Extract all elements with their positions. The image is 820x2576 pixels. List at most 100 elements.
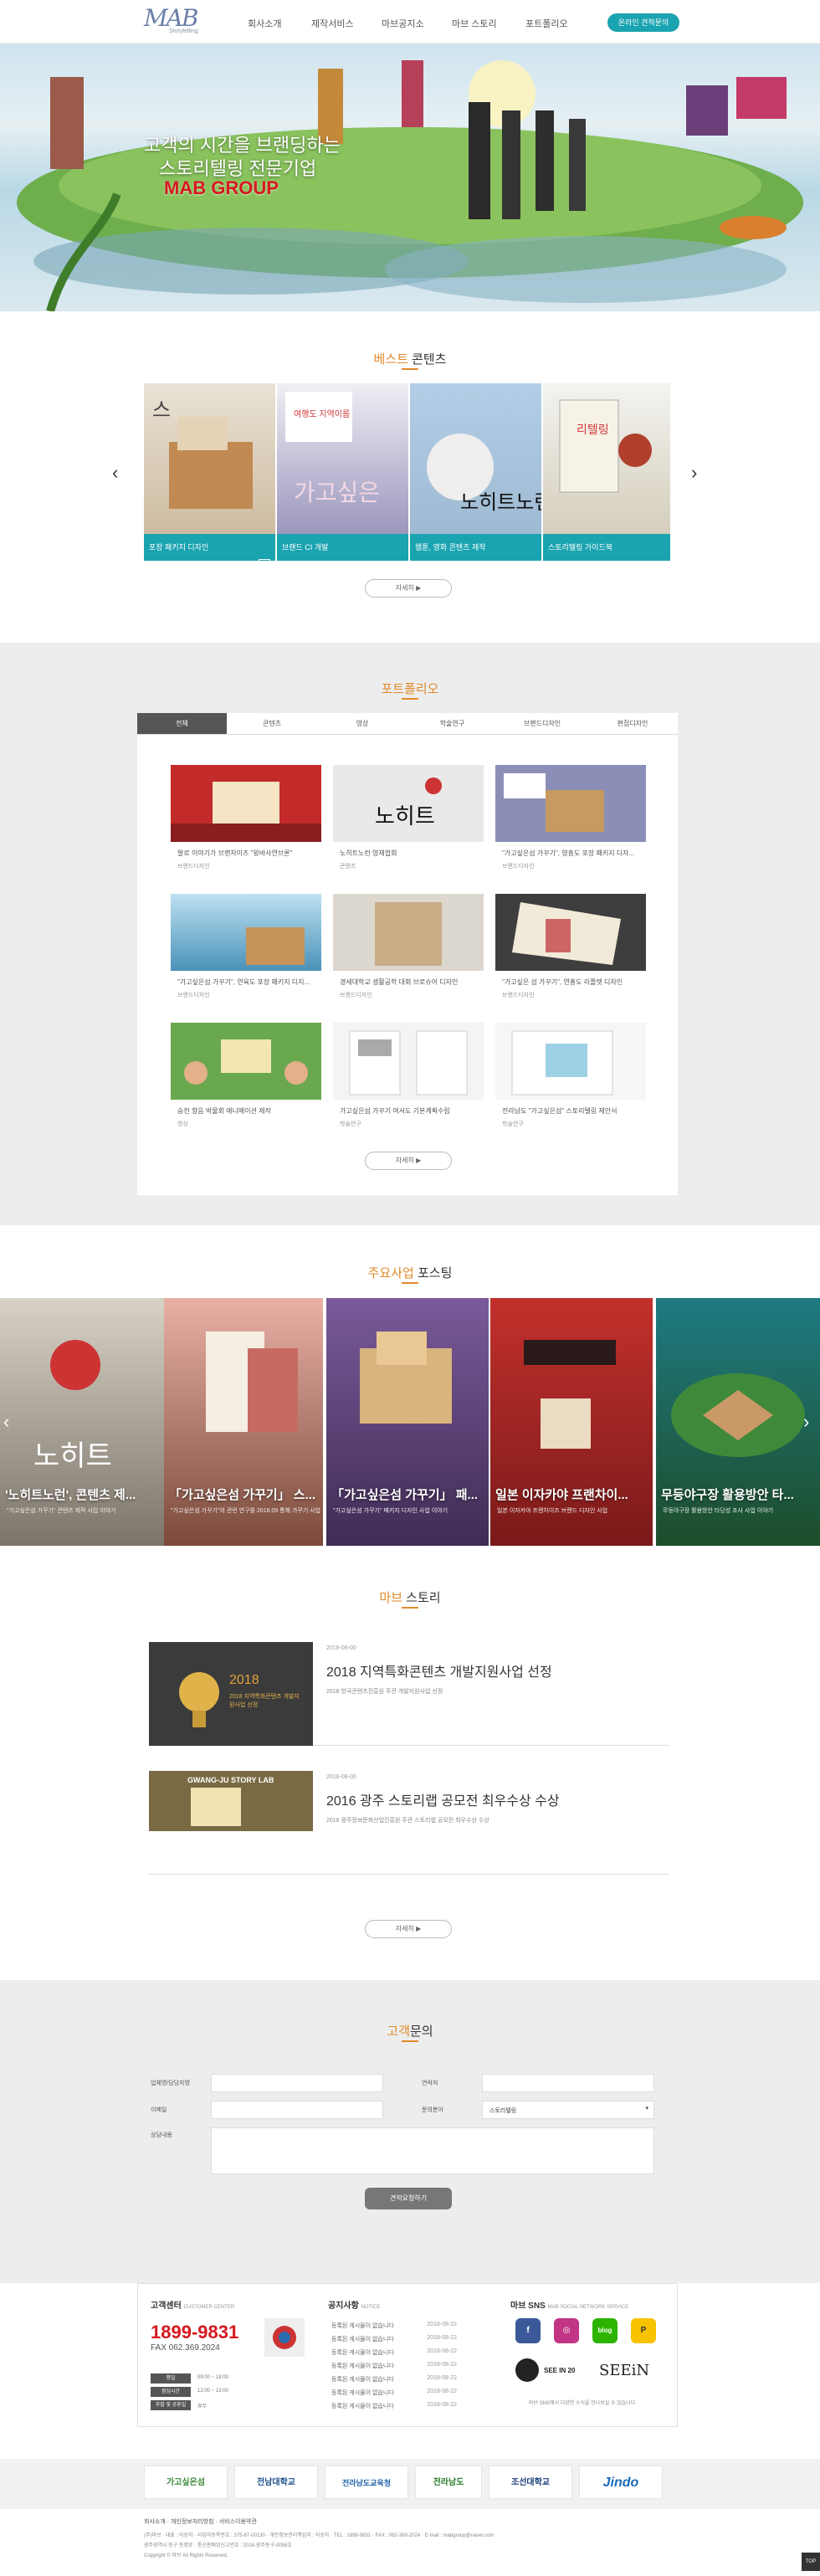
notice-item[interactable]: 등록된 게시물이 없습니다 2018-08-22 bbox=[331, 2335, 457, 2343]
tab-brand-design[interactable]: 브랜드디자인 bbox=[497, 713, 587, 735]
hero-line-3: MAB GROUP bbox=[164, 177, 279, 198]
notice-item[interactable]: 등록된 게시물이 없습니다 2018-08-22 bbox=[331, 2389, 457, 2397]
portfolio-item-title: 노히트노런 영재협회 bbox=[340, 849, 397, 857]
notice-title: 공지사항 NOTICE bbox=[328, 2301, 381, 2311]
posting-card-title: 일본 이자카야 프랜차이... bbox=[495, 1488, 628, 1502]
type-select[interactable]: 스토리텔링 ▾ bbox=[482, 2101, 654, 2119]
tab-editorial-design[interactable]: 편집디자인 bbox=[587, 713, 678, 735]
best-card-caption: 포장 패키지 디자인 bbox=[144, 534, 275, 561]
portfolio-item[interactable]: "가고싶은섬 가꾸기", 연육도 포장 패키지 디지... 브랜드디자인 bbox=[171, 894, 321, 1011]
portfolio-thumb bbox=[495, 894, 646, 971]
type-label: 문의분야 bbox=[422, 2107, 443, 2113]
portfolio-item[interactable]: 승천 향음 박물회 애니메이션 제작 영상 bbox=[171, 1023, 321, 1140]
online-quote-button[interactable]: 온라인 견적문의 bbox=[607, 13, 679, 32]
best-card-webtoon[interactable]: 노히트노런 웹툰, 영화 콘텐츠 제작 bbox=[410, 383, 541, 561]
plus-icon[interactable]: + bbox=[259, 559, 270, 561]
phone-input[interactable] bbox=[482, 2074, 654, 2092]
partner-logo[interactable]: 전남대학교 bbox=[234, 2466, 318, 2499]
email-input[interactable] bbox=[211, 2101, 383, 2119]
contact-title-underline bbox=[402, 2040, 418, 2042]
story-item[interactable]: GWANG-JU STORY LAB 2016-08-00 2016 광주 스토… bbox=[149, 1766, 669, 1875]
scroll-top-button[interactable]: TOP bbox=[802, 2553, 820, 2571]
best-next-arrow-icon[interactable]: › bbox=[691, 462, 697, 484]
partner-logo[interactable]: 조선대학교 bbox=[489, 2466, 572, 2499]
portfolio-item-title: 승천 향음 박물회 애니메이션 제작 bbox=[177, 1107, 271, 1115]
posting-prev-arrow-icon[interactable]: ‹ bbox=[3, 1411, 9, 1433]
notice-item[interactable]: 등록된 게시물이 없습니다 2018-08-22 bbox=[331, 2362, 457, 2370]
story-title-underline bbox=[402, 1607, 418, 1609]
story-more-button[interactable]: 자세히 ▶ bbox=[365, 1920, 452, 1938]
best-card-image: 리텔링 bbox=[559, 399, 652, 493]
tab-video[interactable]: 영상 bbox=[317, 713, 407, 735]
nav-item-story[interactable]: 마브 스토리 bbox=[452, 17, 497, 30]
posting-card-desc: 무등야구장 활용방안 타당성 조사 사업 이야기 bbox=[663, 1508, 774, 1514]
facebook-icon[interactable]: f bbox=[515, 2318, 541, 2343]
submit-quote-button[interactable]: 견적요청하기 bbox=[365, 2188, 452, 2209]
footer-copyright: Copyright © 마브 All Rights Reserved. bbox=[144, 2553, 228, 2558]
best-more-button[interactable]: 자세히 ▶ bbox=[365, 579, 452, 598]
notice-item[interactable]: 등록된 게시물이 없습니다 2018-08-22 bbox=[331, 2322, 457, 2330]
notice-item[interactable]: 등록된 게시물이 없습니다 2018-08-22 bbox=[331, 2375, 457, 2384]
portfolio-item[interactable]: "가고싶은 섬 가꾸기", 연홍도 리플렛 디자인 브랜드디자인 bbox=[495, 894, 646, 1011]
portfolio-item-title: "가고싶은섬 가꾸기", 영흥도 포장 패키지 디자... bbox=[502, 849, 635, 857]
content-textarea[interactable] bbox=[211, 2127, 654, 2174]
best-card-image: 스 bbox=[152, 398, 253, 509]
seein-logo[interactable]: SEEiN bbox=[599, 2362, 649, 2379]
portfolio-item[interactable]: 발로 이야기가 브랜차이즈 "왕바사연브론" 브랜드디자인 bbox=[171, 765, 321, 882]
nav-item-portfolio[interactable]: 포트폴리오 bbox=[525, 17, 568, 30]
nav-item-services[interactable]: 제작서비스 bbox=[311, 17, 354, 30]
logo-sub: Storytelling bbox=[169, 28, 198, 34]
notice-item[interactable]: 등록된 게시물이 없습니다 2018-08-22 bbox=[331, 2348, 457, 2357]
posting-card[interactable]: 무등야구장 활용방안 타... 무등야구장 활용방안 타당성 조사 사업 이야기 bbox=[656, 1298, 820, 1546]
hours-badge-weekday: 평일 bbox=[151, 2373, 191, 2384]
portfolio-item[interactable]: 노히트 노히트노런 영재협회 콘텐츠 bbox=[333, 765, 484, 882]
portfolio-thumb bbox=[495, 1023, 646, 1100]
portfolio-item[interactable]: 전라남도 "가고싶은섬" 스토리텔링 제안서 학술연구 bbox=[495, 1023, 646, 1140]
chevron-down-icon: ▾ bbox=[645, 2106, 648, 2112]
portfolio-item-category: 브랜드디자인 bbox=[502, 993, 535, 998]
svg-text:노히트: 노히트 bbox=[375, 804, 435, 829]
best-card-packaging[interactable]: 스 포장 패키지 디자인 + bbox=[144, 383, 275, 561]
posting-card[interactable]: 일본 이자카야 프랜차이... 일본 이자카야 프랜차이즈 브랜드 디자인 사업 bbox=[490, 1298, 653, 1546]
blog-icon[interactable]: blog bbox=[592, 2318, 618, 2343]
site-logo[interactable]: MAB Storytelling bbox=[144, 7, 211, 37]
cs-qr-icon bbox=[264, 2318, 305, 2357]
posting-card[interactable]: 노히트 '노히트노런', 콘텐츠 제... "가고싶은섬 가꾸기" 콘텐츠 제작… bbox=[0, 1298, 164, 1546]
partner-logo[interactable]: 전라남도 bbox=[415, 2466, 482, 2499]
portfolio-item-category: 학술연구 bbox=[502, 1121, 524, 1127]
portfolio-item-title: 경세대학교 생활공학 대회 브로슈어 디자인 bbox=[340, 978, 459, 986]
portfolio-item[interactable]: 가고싶은섬 가꾸기 여서도 기본계획수립 학술연구 bbox=[333, 1023, 484, 1140]
portfolio-item-category: 영상 bbox=[177, 1121, 188, 1127]
best-card-guidebook[interactable]: 리텔링 스토리텔링 가이드북 bbox=[543, 383, 670, 561]
company-input[interactable] bbox=[211, 2074, 383, 2092]
post-icon[interactable]: P bbox=[631, 2318, 656, 2343]
portfolio-more-button[interactable]: 자세히 ▶ bbox=[365, 1152, 452, 1170]
story-date: 2016-08-00 bbox=[326, 1774, 356, 1780]
tab-contents[interactable]: 콘텐츠 bbox=[227, 713, 317, 735]
nav-item-notice[interactable]: 마브공지소 bbox=[382, 17, 424, 30]
footer-links[interactable]: 회사소개 · 개인정보처리방침 · 서비스이용약관 bbox=[144, 2517, 257, 2526]
tab-research[interactable]: 학술연구 bbox=[407, 713, 497, 735]
partner-logo[interactable]: 전라남도교육청 bbox=[325, 2466, 408, 2499]
posting-card[interactable]: 「가고싶은섬 가꾸기」 스... "가고싶은섬 가꾸기"의 관련 연구를 201… bbox=[164, 1298, 323, 1546]
best-card-ci[interactable]: 여행도 지역이름 가고싶은 브랜드 CI 개발 bbox=[277, 383, 408, 561]
svg-text:2018: 2018 bbox=[229, 1673, 259, 1687]
portfolio-item[interactable]: "가고싶은섬 가꾸기", 영흥도 포장 패키지 디자... 브랜드디자인 bbox=[495, 765, 646, 882]
svg-text:노히트: 노히트 bbox=[33, 1439, 112, 1473]
portfolio-item-title: "가고싶은섬 가꾸기", 연육도 포장 패키지 디지... bbox=[177, 978, 310, 986]
posting-card[interactable]: 「가고싶은섬 가꾸기」 패... "가고싶은섬 가꾸기" 패키지 디자인 사업 … bbox=[326, 1298, 489, 1546]
partner-logo[interactable]: 가고싶은섬 bbox=[144, 2466, 228, 2499]
story-thumb: 2018 2018 지역특화콘텐츠 개발지원사업 선정 bbox=[149, 1642, 313, 1746]
portfolio-item[interactable]: 경세대학교 생활공학 대회 브로슈어 디자인 브랜드디자인 bbox=[333, 894, 484, 1011]
portfolio-item-category: 브랜드디자인 bbox=[177, 864, 210, 870]
notice-item[interactable]: 등록된 게시물이 없습니다 2018-08-22 bbox=[331, 2402, 457, 2410]
best-title: 베스트 콘텐츠 bbox=[373, 352, 447, 367]
nav-item-about[interactable]: 회사소개 bbox=[248, 17, 281, 30]
best-prev-arrow-icon[interactable]: ‹ bbox=[112, 462, 118, 484]
posting-next-arrow-icon[interactable]: › bbox=[803, 1411, 809, 1433]
tab-all[interactable]: 전체 bbox=[137, 713, 227, 735]
instagram-icon[interactable]: ◎ bbox=[554, 2318, 579, 2343]
seein20-icon[interactable] bbox=[515, 2358, 539, 2382]
story-item[interactable]: 2018 2018 지역특화콘텐츠 개발지원사업 선정 2018-08-00 2… bbox=[149, 1637, 669, 1746]
partner-logo[interactable]: Jindo bbox=[579, 2466, 663, 2499]
